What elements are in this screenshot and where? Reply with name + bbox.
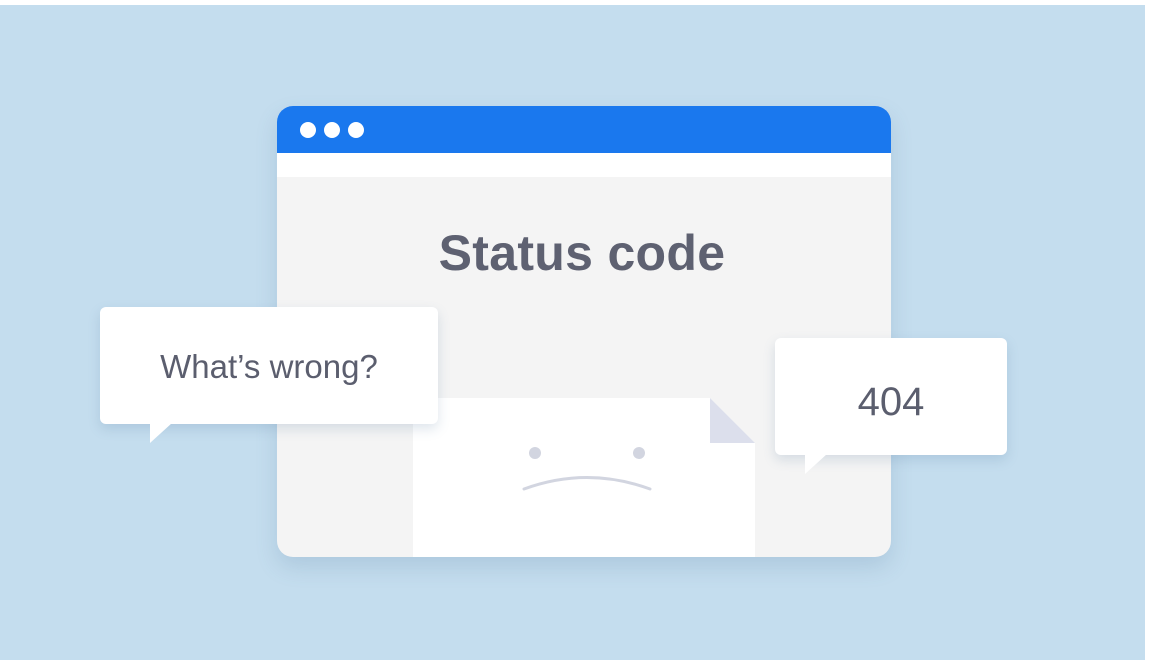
- speech-bubble-status-code: 404: [775, 338, 1007, 474]
- sad-face-eye-left: [529, 447, 541, 459]
- status-code-text: 404: [857, 380, 925, 424]
- illustration-background: Status code What’s wrong? 404: [0, 5, 1145, 660]
- window-title-bar: [277, 106, 891, 153]
- window-dot-icon: [324, 122, 340, 138]
- speech-bubble-question: What’s wrong?: [100, 307, 438, 443]
- window-dot-icon: [300, 122, 316, 138]
- sad-face-icon: [522, 447, 652, 491]
- sad-face-eye-right: [633, 447, 645, 459]
- sad-face-mouth: [522, 476, 652, 491]
- window-dot-icon: [348, 122, 364, 138]
- address-bar: [277, 153, 891, 177]
- document-icon: [413, 398, 755, 557]
- speech-bubble-tail: [150, 423, 172, 443]
- page-title: Status code: [438, 225, 726, 281]
- question-text: What’s wrong?: [160, 348, 378, 385]
